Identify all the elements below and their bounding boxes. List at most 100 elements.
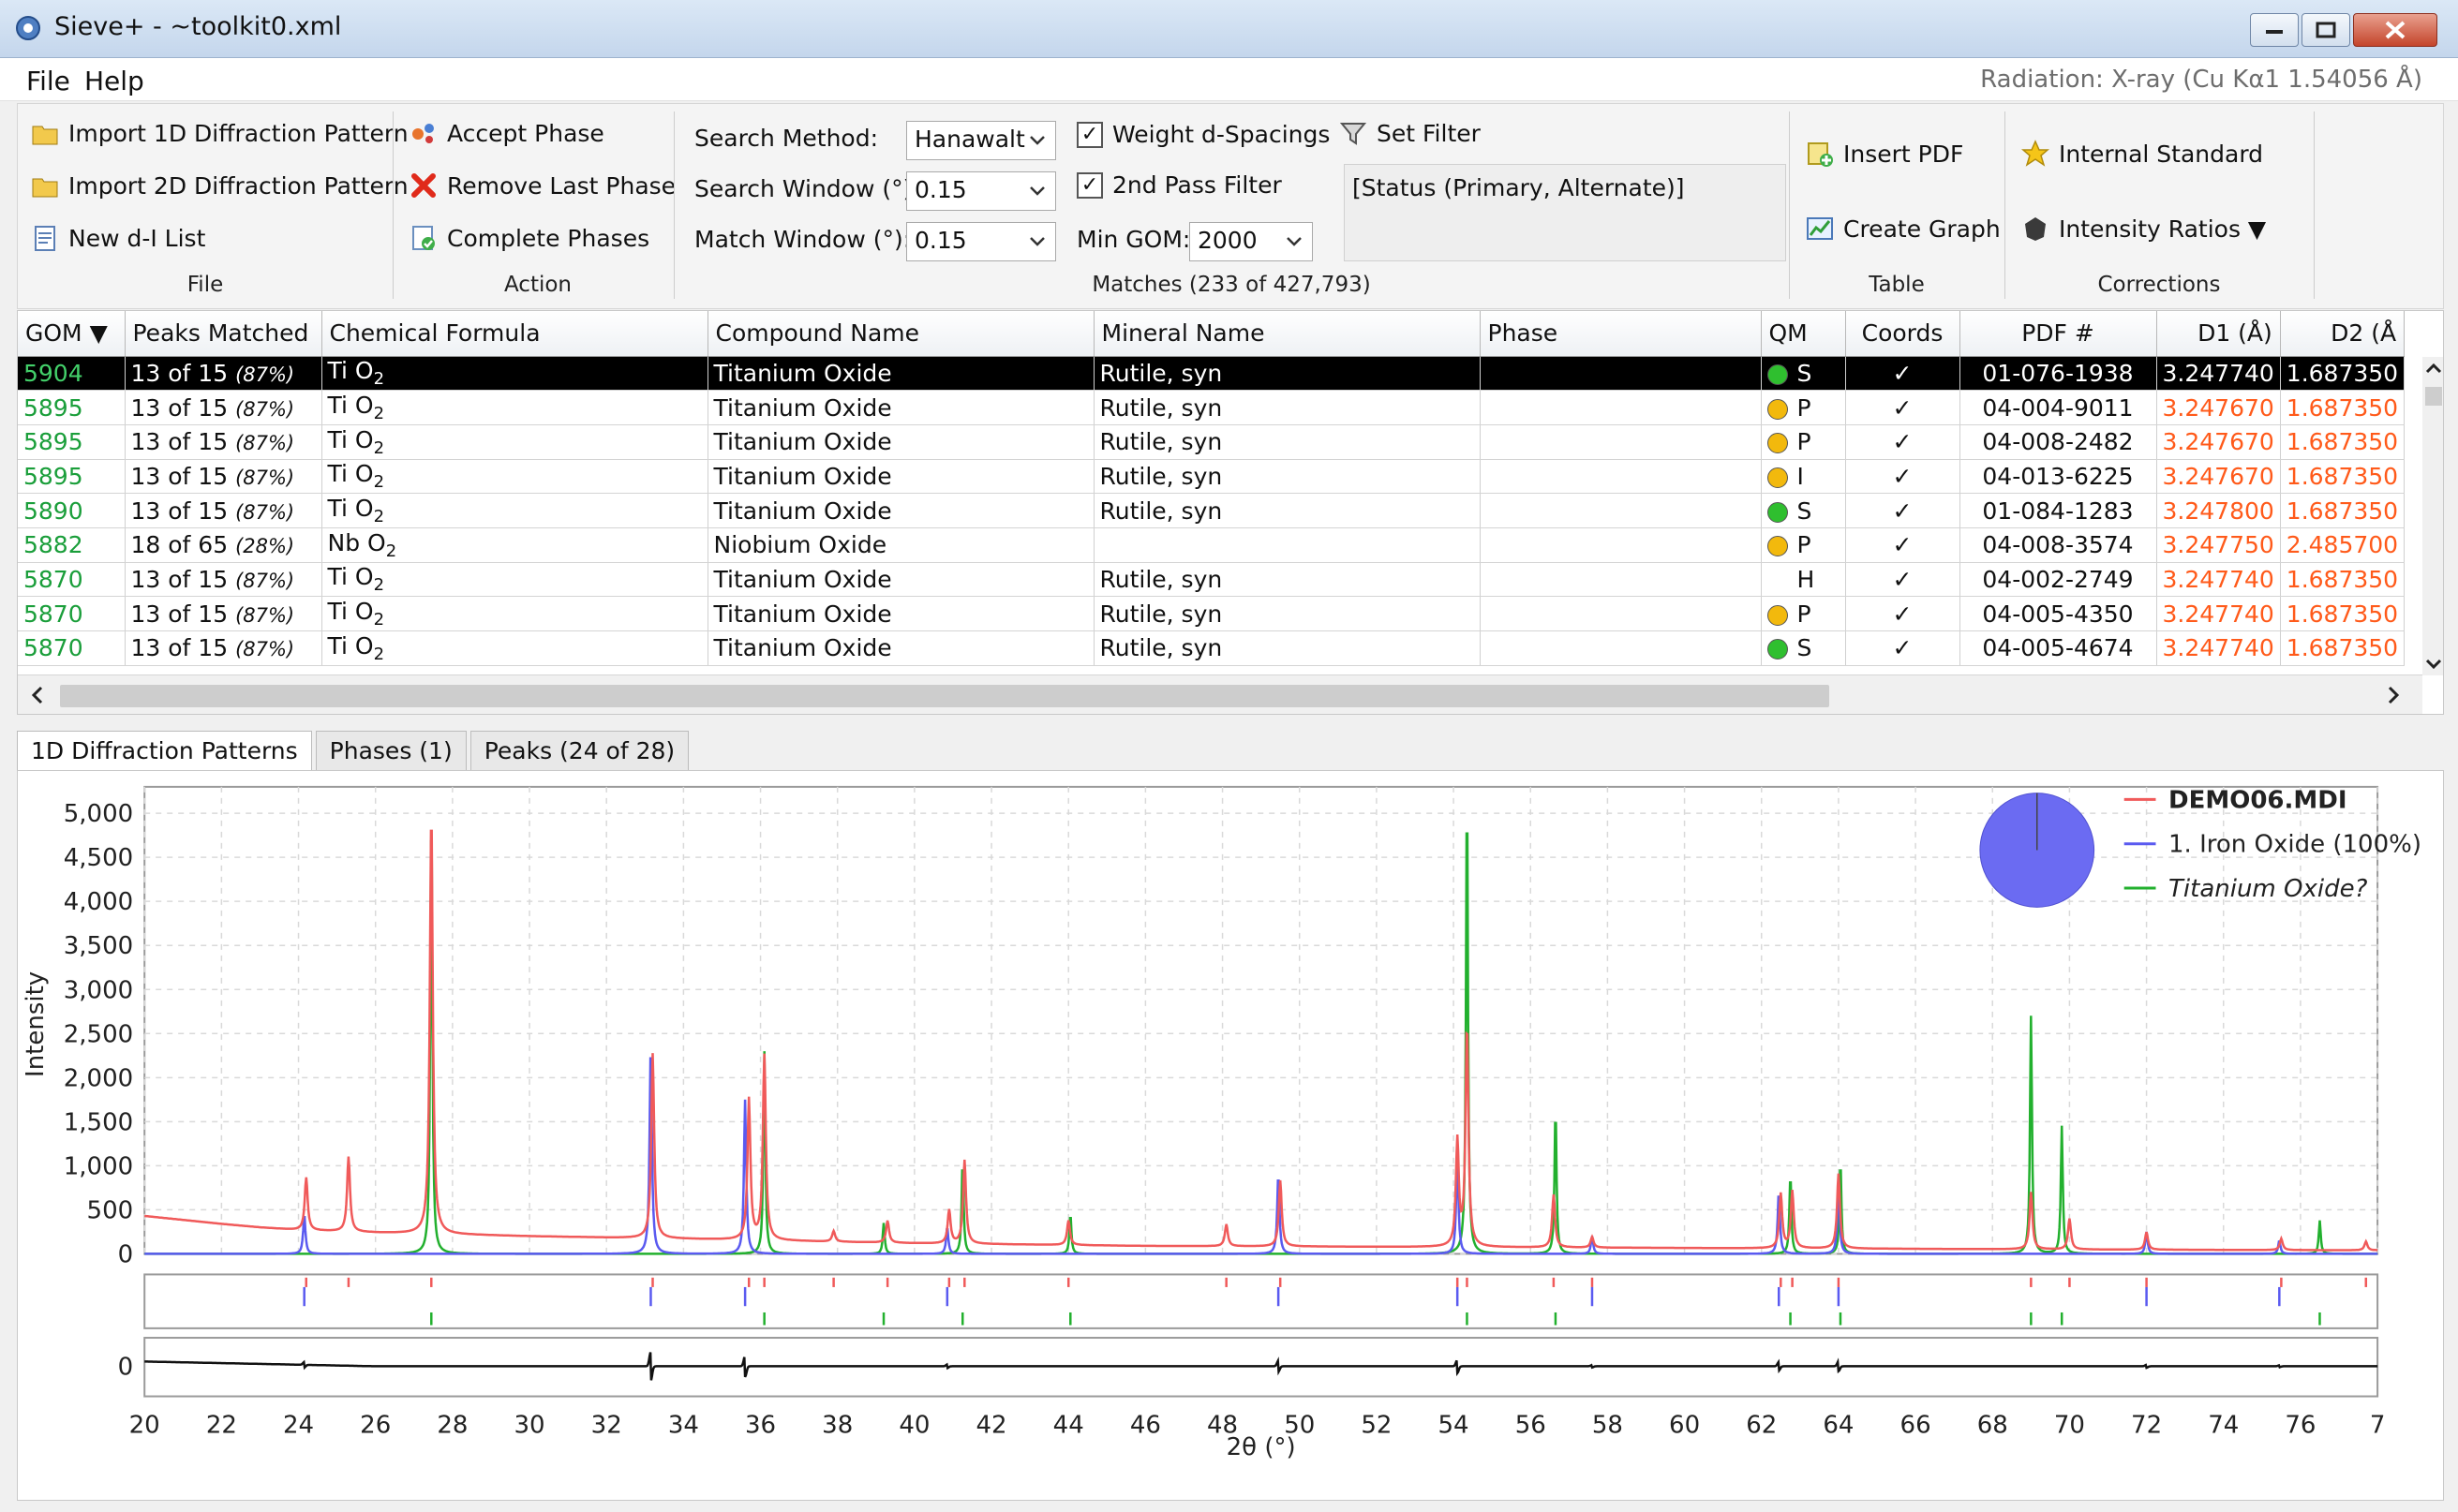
peaks-matched-cell: 13 of 15 (87%) <box>125 562 322 598</box>
weight-dspacings-checkbox[interactable]: ✓ Weight d-Spacings <box>1077 121 1330 148</box>
search-window-select[interactable]: 0.15 <box>906 171 1056 211</box>
vertical-scrollbar[interactable] <box>2422 357 2444 675</box>
pdf-number-cell: 04-005-4350 <box>1959 596 2157 631</box>
ribbon-toolbar: Import 1D Diffraction Pattern Import 2D … <box>17 103 2444 309</box>
maximize-button[interactable] <box>2302 13 2350 47</box>
formula-subscript: 2 <box>385 541 397 561</box>
match-window-select[interactable]: 0.15 <box>906 222 1056 261</box>
column-header-coords[interactable]: Coords <box>1845 311 1960 357</box>
chevron-down-icon <box>1030 237 1045 246</box>
table-row[interactable]: 5895 13 of 15 (87%) Ti O2 Titanium Oxide Rut… <box>18 390 2406 425</box>
column-header-gom[interactable]: GOM ▼ <box>18 311 126 357</box>
accept-phase-button[interactable]: Accept Phase <box>410 119 604 147</box>
import-1d-button[interactable]: Import 1D Diffraction Pattern <box>31 119 409 147</box>
pattern-tabs: 1D Diffraction Patterns Phases (1) Peaks… <box>17 731 693 770</box>
column-header-d2[interactable]: D2 (Å <box>2280 311 2406 357</box>
column-header-d1[interactable]: D1 (Å) <box>2156 311 2281 357</box>
menu-bar: File Help Radiation: X-ray (Cu Kα1 1.540… <box>0 58 2458 101</box>
minimize-button[interactable] <box>2250 13 2299 47</box>
peaks-matched-value: 18 of 65 <box>130 531 236 559</box>
chemical-formula-cell: Ti O2 <box>321 630 708 666</box>
peaks-matched-value: 13 of 15 <box>130 497 236 525</box>
coords-cell: ✓ <box>1845 630 1960 666</box>
formula-element: O <box>354 392 374 420</box>
horizontal-scrollbar[interactable] <box>18 674 2422 714</box>
filter-text: [Status (Primary, Alternate)] <box>1352 174 1685 201</box>
d1-cell: 3.247750 <box>2156 527 2281 563</box>
gom-cell: 5895 <box>18 459 126 495</box>
table-row[interactable]: 5870 13 of 15 (87%) Ti O2 Titanium Oxide Rut… <box>18 562 2406 598</box>
gom-cell: 5870 <box>18 596 126 631</box>
y-tick-label: 4,500 <box>64 844 133 872</box>
action-group-label: Action <box>503 273 573 297</box>
phase-cell <box>1480 459 1762 495</box>
import-2d-button[interactable]: Import 2D Diffraction Pattern <box>31 171 409 200</box>
min-gom-value: 2000 <box>1198 227 1258 254</box>
table-row[interactable]: 5870 13 of 15 (87%) Ti O2 Titanium Oxide Rut… <box>18 596 2406 631</box>
new-di-list-button[interactable]: New d-I List <box>31 224 205 252</box>
gom-cell: 5870 <box>18 562 126 598</box>
pdf-number-cell: 04-008-3574 <box>1959 527 2157 563</box>
internal-standard-button[interactable]: Internal Standard <box>2021 140 2263 168</box>
scroll-up-icon[interactable] <box>2422 357 2444 379</box>
table-row[interactable]: 5895 13 of 15 (87%) Ti O2 Titanium Oxide Rut… <box>18 424 2406 460</box>
pdf-number-cell: 04-004-9011 <box>1959 390 2157 425</box>
coords-cell: ✓ <box>1845 527 1960 563</box>
table-row[interactable]: 5895 13 of 15 (87%) Ti O2 Titanium Oxide Rut… <box>18 459 2406 495</box>
insert-pdf-button[interactable]: Insert PDF <box>1806 140 1963 168</box>
table-row[interactable]: 5870 13 of 15 (87%) Ti O2 Titanium Oxide Rut… <box>18 630 2406 666</box>
create-graph-label: Create Graph <box>1843 215 2001 243</box>
menu-help[interactable]: Help <box>84 66 144 96</box>
remove-last-phase-button[interactable]: Remove Last Phase <box>410 171 676 200</box>
complete-phases-button[interactable]: Complete Phases <box>410 224 649 252</box>
column-header-phase[interactable]: Phase <box>1480 311 1762 357</box>
mineral-name-cell: Rutile, syn <box>1094 596 1481 631</box>
phase-cell <box>1480 424 1762 460</box>
table-row[interactable]: 5890 13 of 15 (87%) Ti O2 Titanium Oxide Rut… <box>18 493 2406 528</box>
table-row[interactable]: 5882 18 of 65 (28%) Nb O2 Niobium Oxide P ✓ 04… <box>18 527 2406 563</box>
second-pass-filter-label: 2nd Pass Filter <box>1112 171 1282 199</box>
min-gom-select[interactable]: 2000 <box>1189 222 1313 261</box>
create-graph-button[interactable]: Create Graph <box>1806 215 2001 243</box>
column-header-peaks-matched[interactable]: Peaks Matched <box>125 311 322 357</box>
second-pass-filter-checkbox[interactable]: ✓ 2nd Pass Filter <box>1077 171 1282 199</box>
column-header-pdf-number[interactable]: PDF # <box>1959 311 2157 357</box>
close-button[interactable] <box>2353 13 2437 47</box>
tab-phases[interactable]: Phases (1) <box>315 731 467 770</box>
scroll-down-icon[interactable] <box>2422 653 2444 675</box>
crystal-icon <box>2025 217 2046 241</box>
column-header-qm[interactable]: QM <box>1761 311 1846 357</box>
search-method-select[interactable]: Hanawalt <box>906 121 1056 160</box>
scroll-right-icon[interactable] <box>2379 675 2407 715</box>
y-tick-label: 2,000 <box>64 1064 133 1092</box>
gom-cell: 5895 <box>18 390 126 425</box>
vertical-scroll-thumb[interactable] <box>2425 387 2442 406</box>
x-tick-label: 52 <box>1361 1411 1392 1439</box>
table-row[interactable]: 5904 13 of 15 (87%) Ti O2 Titanium Oxide Rut… <box>18 356 2406 392</box>
set-filter-button[interactable]: Set Filter <box>1339 119 1481 147</box>
horizontal-scroll-thumb[interactable] <box>60 685 1829 707</box>
x-tick-label: 70 <box>2054 1411 2085 1439</box>
ribbon-separator <box>1789 111 1790 299</box>
filter-display[interactable]: [Status (Primary, Alternate)] <box>1344 164 1786 261</box>
peaks-matched-value: 13 of 15 <box>130 428 236 456</box>
x-tick-label: 56 <box>1515 1411 1546 1439</box>
gom-cell: 5890 <box>18 493 126 528</box>
quality-mark-value: S <box>1796 359 1812 387</box>
graph-icon <box>1807 217 1833 240</box>
tab-peaks[interactable]: Peaks (24 of 28) <box>469 731 690 770</box>
minimize-icon <box>2266 30 2283 34</box>
menu-file[interactable]: File <box>26 66 70 96</box>
scroll-left-icon[interactable] <box>23 675 52 715</box>
d2-cell: 1.687350 <box>2280 493 2406 528</box>
internal-standard-label: Internal Standard <box>2059 140 2264 168</box>
tab-1d-diffraction-patterns[interactable]: 1D Diffraction Patterns <box>17 731 312 770</box>
y-tick-label: 1,000 <box>64 1152 133 1180</box>
complete-phases-label: Complete Phases <box>447 224 650 252</box>
column-header-compound-name[interactable]: Compound Name <box>708 311 1095 357</box>
column-header-chemical-formula[interactable]: Chemical Formula <box>321 311 708 357</box>
intensity-ratios-button[interactable]: Intensity Ratios ▼ <box>2021 215 2266 243</box>
diffraction-chart[interactable]: 5,000 4,500 4,000 3,500 3,000 2,500 2,000 1,500… <box>18 771 2445 1502</box>
checklist-icon <box>412 226 435 250</box>
column-header-mineral-name[interactable]: Mineral Name <box>1094 311 1481 357</box>
